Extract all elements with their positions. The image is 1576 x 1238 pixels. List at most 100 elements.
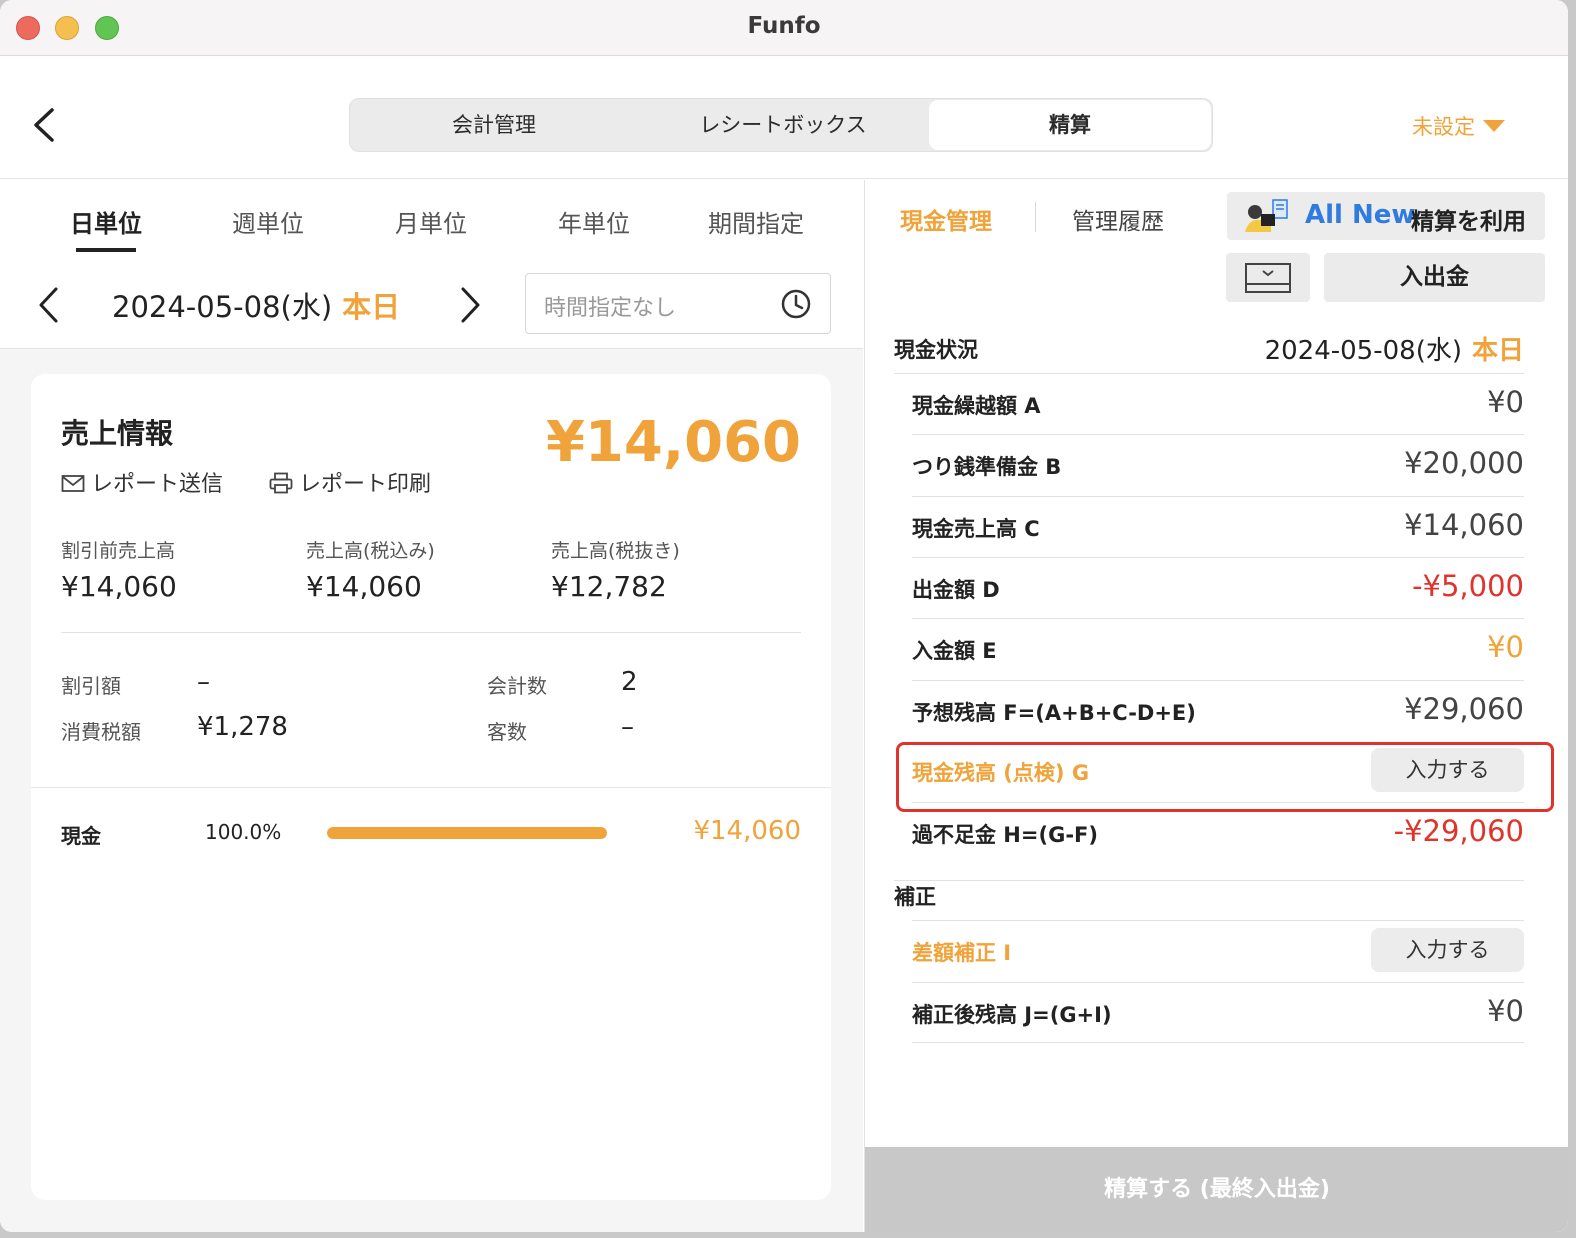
period-selector: 日単位 週単位 月単位 年単位 期間指定 2024-05-08(水) 本日 時間指… <box>0 180 863 349</box>
sales-info-title: 売上情報 <box>61 417 174 450</box>
transaction-count-label: 会計数 <box>487 674 547 698</box>
today-label: 本日 <box>342 290 401 324</box>
tab-monthly[interactable]: 月単位 <box>361 204 501 239</box>
printer-icon <box>269 472 293 494</box>
stat-value: ¥14,060 <box>61 570 177 603</box>
correction-header-label: 補正 <box>894 885 936 909</box>
row-label: 予想残高 F=(A+B+C-D+E) <box>912 701 1196 725</box>
segment-receipt-box[interactable]: レシートボックス <box>638 99 928 151</box>
status-date-value: 2024-05-08(水) <box>1264 336 1462 366</box>
tab-cash-management[interactable]: 現金管理 <box>900 202 992 236</box>
settle-button[interactable]: 精算する (最終入出金) <box>865 1147 1568 1232</box>
next-date-icon[interactable] <box>457 286 483 324</box>
transaction-count-value: 2 <box>621 667 638 697</box>
customer-count-label: 客数 <box>487 720 527 744</box>
divider <box>61 632 801 633</box>
payment-share-bar <box>327 827 607 839</box>
row-label: つり銭準備金 B <box>912 455 1062 479</box>
tab-weekly[interactable]: 週単位 <box>198 204 338 239</box>
cash-row: 出金額 D -¥5,000 <box>912 557 1524 618</box>
row-label: 差額補正 I <box>912 941 1012 965</box>
report-send-link[interactable]: レポート送信 <box>61 466 223 498</box>
current-date: 2024-05-08(水) 本日 <box>112 284 400 326</box>
cash-status-date: 2024-05-08(水) 本日 <box>1265 330 1524 367</box>
correction-header: 補正 <box>894 880 1524 911</box>
discount-value: – <box>197 667 210 697</box>
row-value: -¥5,000 <box>1412 569 1524 603</box>
discount-label: 割引額 <box>61 674 121 698</box>
row-label: 入金額 E <box>912 639 997 663</box>
stat-label: 売上高(税込み) <box>306 540 435 562</box>
row-value: ¥0 <box>1487 385 1524 419</box>
segment-accounting[interactable]: 会計管理 <box>350 99 638 151</box>
divider <box>31 787 831 788</box>
tab-daily[interactable]: 日単位 <box>36 204 176 239</box>
tab-custom-range[interactable]: 期間指定 <box>686 204 826 239</box>
row-value: ¥20,000 <box>1404 446 1524 480</box>
payment-amount: ¥14,060 <box>693 816 801 846</box>
customer-count-value: – <box>621 712 634 742</box>
highlight-box <box>896 742 1554 812</box>
stat-label: 割引前売上高 <box>61 540 176 562</box>
today-label: 本日 <box>1471 336 1524 366</box>
report-print-link[interactable]: レポート印刷 <box>269 466 431 498</box>
divider <box>1035 202 1036 232</box>
cash-row: 入金額 E ¥0 <box>912 618 1524 679</box>
window-title: Funfo <box>747 13 821 39</box>
row-label: 出金額 D <box>912 578 1000 602</box>
clock-icon <box>781 289 811 319</box>
cash-panel: 現金管理 管理履歴 All New 精算を利用 入出金 現金状況 2024-05… <box>864 180 1568 1232</box>
deposit-withdraw-button[interactable]: 入出金 <box>1324 253 1545 302</box>
top-header: 会計管理 レシートボックス 精算 未設定 <box>0 57 1568 179</box>
cash-row: 予想残高 F=(A+B+C-D+E) ¥29,060 <box>912 680 1524 741</box>
unset-dropdown[interactable]: 未設定 <box>1412 111 1505 141</box>
promo-new-label: All New <box>1305 200 1416 230</box>
date-value: 2024-05-08(水) <box>112 290 333 324</box>
caret-down-icon <box>1483 120 1505 132</box>
row-value: ¥29,060 <box>1404 692 1524 726</box>
sales-info-card: 売上情報 ¥14,060 レポート送信 レポート印刷 割引前売上高 ¥14,06… <box>31 374 831 1200</box>
back-arrow-icon[interactable] <box>30 107 58 143</box>
payment-method-name: 現金 <box>61 824 101 848</box>
cash-row: つり銭準備金 B ¥20,000 <box>912 434 1524 495</box>
segment-settlement[interactable]: 精算 <box>929 100 1211 150</box>
mail-icon <box>61 475 85 492</box>
cash-row: 現金繰越額 A ¥0 <box>894 373 1524 434</box>
mascot-icon <box>1245 199 1288 232</box>
row-label: 補正後残高 J=(G+I) <box>912 1003 1112 1027</box>
prev-date-icon[interactable] <box>36 286 62 324</box>
report-print-label: レポート印刷 <box>299 472 432 497</box>
cash-drawer-icon <box>1245 263 1291 293</box>
row-label: 現金繰越額 A <box>912 394 1041 418</box>
tab-yearly[interactable]: 年単位 <box>524 204 664 239</box>
app-window: Funfo 会計管理 レシートボックス 精算 未設定 日単位 週単位 月単位 年… <box>0 0 1568 1232</box>
row-value: ¥14,060 <box>1404 508 1524 542</box>
stat-label: 売上高(税抜き) <box>551 540 680 562</box>
row-value: ¥0 <box>1487 630 1524 664</box>
active-tab-indicator <box>76 248 136 252</box>
tax-label: 消費税額 <box>61 720 141 744</box>
time-filter-input[interactable]: 時間指定なし <box>525 273 831 334</box>
row-label: 現金売上高 C <box>912 517 1040 541</box>
payment-percent: 100.0% <box>205 820 282 844</box>
tax-value: ¥1,278 <box>197 712 288 742</box>
cash-status-header: 現金状況 <box>894 338 978 362</box>
stat-value: ¥14,060 <box>306 570 422 603</box>
row-value: ¥0 <box>1487 994 1524 1028</box>
stat-value: ¥12,782 <box>551 570 667 603</box>
correction-row: 補正後残高 J=(G+I) ¥0 <box>912 982 1524 1043</box>
sales-total: ¥14,060 <box>545 410 801 475</box>
input-correction-button[interactable]: 入力する <box>1371 928 1524 972</box>
promo-text: 精算を利用 <box>1411 209 1526 235</box>
sales-panel: 日単位 週単位 月単位 年単位 期間指定 2024-05-08(水) 本日 時間指… <box>0 180 863 1232</box>
tab-management-history[interactable]: 管理履歴 <box>1072 202 1164 236</box>
report-send-label: レポート送信 <box>91 472 224 497</box>
cash-row: 現金売上高 C ¥14,060 <box>912 496 1524 557</box>
cash-drawer-button[interactable] <box>1226 253 1310 302</box>
unset-label: 未設定 <box>1412 115 1475 139</box>
main-segment-control: 会計管理 レシートボックス 精算 <box>349 98 1213 152</box>
payment-share-fill <box>327 827 607 839</box>
title-bar: Funfo <box>0 0 1568 56</box>
correction-row: 差額補正 I 入力する <box>912 920 1524 981</box>
promo-banner[interactable]: All New 精算を利用 <box>1227 192 1545 240</box>
